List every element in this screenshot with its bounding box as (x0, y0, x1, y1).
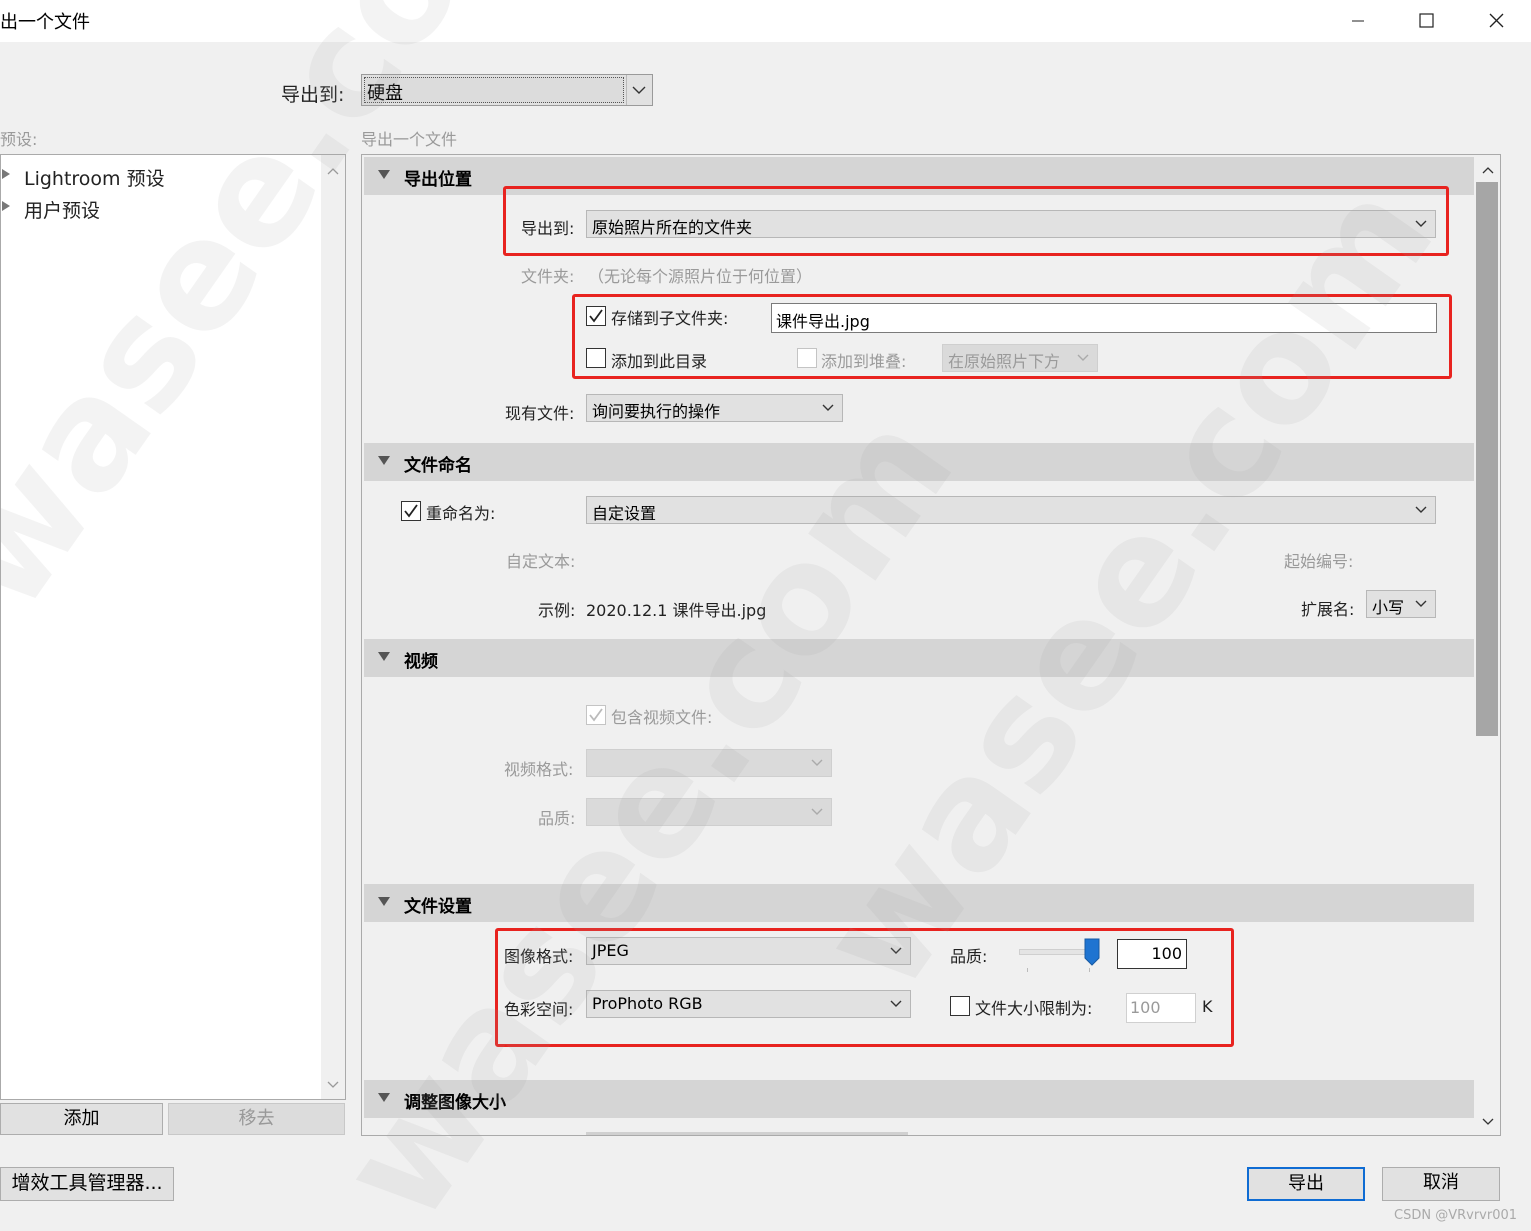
existing-files-label: 现有文件: (505, 404, 575, 423)
export-to-label: 导出到: (281, 84, 345, 106)
presets-scrollbar[interactable] (321, 155, 345, 1099)
expand-arrow-icon[interactable] (2, 169, 10, 179)
export-target-value: 硬盘 (367, 83, 403, 104)
preset-item-lightroom[interactable]: Lightroom 预设 (24, 164, 165, 191)
video-format-select[interactable] (586, 749, 832, 777)
video-quality-select[interactable] (586, 798, 832, 826)
remove-preset-button[interactable]: 移去 (168, 1103, 345, 1135)
panel-title: 导出一个文件 (361, 130, 458, 149)
section-file-naming[interactable]: 文件命名 (364, 443, 1474, 481)
example-value: 2020.12.1 课件导出.jpg (586, 601, 767, 620)
add-preset-button[interactable]: 添加 (0, 1103, 163, 1135)
collapse-triangle-icon[interactable] (378, 456, 390, 466)
scroll-down-icon[interactable] (1482, 1118, 1494, 1126)
video-format-label: 视频格式: (504, 760, 574, 779)
existing-files-select[interactable]: 询问要执行的操作 (586, 394, 843, 422)
collapse-triangle-icon[interactable] (378, 652, 390, 662)
scrollbar-thumb[interactable] (1476, 182, 1498, 736)
chevron-down-icon (1415, 506, 1427, 513)
add-preset-label: 添加 (63, 1108, 100, 1129)
section-file-settings[interactable]: 文件设置 (364, 884, 1474, 922)
highlight-box (572, 294, 1452, 379)
chevron-down-icon (811, 759, 823, 766)
rename-template-select[interactable]: 自定设置 (586, 496, 1436, 524)
export-button[interactable]: 导出 (1247, 1167, 1365, 1201)
preset-item-user[interactable]: 用户预设 (24, 196, 100, 223)
export-target-select[interactable]: 硬盘 (361, 74, 653, 106)
chevron-down-icon (822, 404, 834, 411)
folder-value: （无论每个源照片位于何位置） (588, 267, 813, 286)
existing-files-value: 询问要执行的操作 (592, 402, 721, 421)
checkmark-icon (589, 708, 603, 722)
section-title: 文件命名 (404, 456, 472, 476)
cancel-button[interactable]: 取消 (1382, 1167, 1500, 1201)
scroll-up-icon[interactable] (327, 167, 339, 175)
select-divider (626, 75, 627, 105)
maximize-button[interactable] (1392, 0, 1462, 42)
settings-scrollbar[interactable] (1476, 156, 1500, 1134)
maximize-icon (1419, 13, 1434, 28)
section-image-sizing[interactable]: 调整图像大小 (364, 1080, 1474, 1118)
close-button[interactable] (1461, 0, 1531, 42)
expand-arrow-icon[interactable] (2, 201, 10, 211)
scroll-up-icon[interactable] (1482, 166, 1494, 174)
highlight-box (503, 186, 1449, 256)
include-video-label: 包含视频文件: (611, 708, 713, 727)
rename-checkbox[interactable] (401, 501, 421, 521)
presets-list[interactable] (0, 154, 346, 1100)
cancel-button-label: 取消 (1423, 1172, 1459, 1193)
minimize-button[interactable] (1322, 0, 1392, 42)
folder-label: 文件夹: (521, 267, 575, 286)
chevron-down-icon (1415, 600, 1427, 607)
export-button-label: 导出 (1288, 1173, 1324, 1194)
window-title: 出一个文件 (0, 12, 90, 33)
custom-text-label: 自定文本: (506, 552, 576, 571)
section-title: 调整图像大小 (404, 1093, 506, 1113)
extension-value: 小写 (1372, 598, 1405, 617)
video-quality-label: 品质: (538, 809, 576, 828)
section-title: 视频 (404, 652, 438, 672)
section-title: 文件设置 (404, 897, 472, 917)
start-number-label: 起始编号: (1284, 552, 1354, 571)
minimize-icon (1352, 20, 1364, 22)
section-video[interactable]: 视频 (364, 639, 1474, 677)
title-bar (0, 0, 1531, 42)
rename-template-value: 自定设置 (592, 504, 657, 523)
extension-label: 扩展名: (1301, 600, 1355, 619)
collapse-triangle-icon[interactable] (378, 897, 390, 907)
checkmark-icon (404, 504, 418, 518)
collapse-triangle-icon[interactable] (378, 170, 390, 180)
scroll-down-icon[interactable] (327, 1081, 339, 1089)
plugin-manager-label: 增效工具管理器... (11, 1172, 163, 1194)
extension-select[interactable]: 小写 (1366, 590, 1436, 618)
remove-preset-label: 移去 (238, 1108, 275, 1129)
example-label: 示例: (538, 601, 576, 620)
section-title: 导出位置 (404, 170, 472, 190)
chevron-down-icon (632, 86, 646, 94)
export-target-focus (364, 77, 624, 103)
plugin-manager-button[interactable]: 增效工具管理器... (0, 1167, 174, 1201)
collapse-triangle-icon[interactable] (378, 1093, 390, 1103)
highlight-box (495, 928, 1234, 1047)
rename-label: 重命名为: (426, 504, 496, 523)
presets-label: 预设: (0, 130, 38, 149)
chevron-down-icon (811, 808, 823, 815)
close-icon (1489, 13, 1504, 28)
include-video-checkbox[interactable] (586, 705, 606, 725)
partial-control (586, 1132, 908, 1135)
credit-text: CSDN @VRvrvr001 (1394, 1208, 1518, 1223)
